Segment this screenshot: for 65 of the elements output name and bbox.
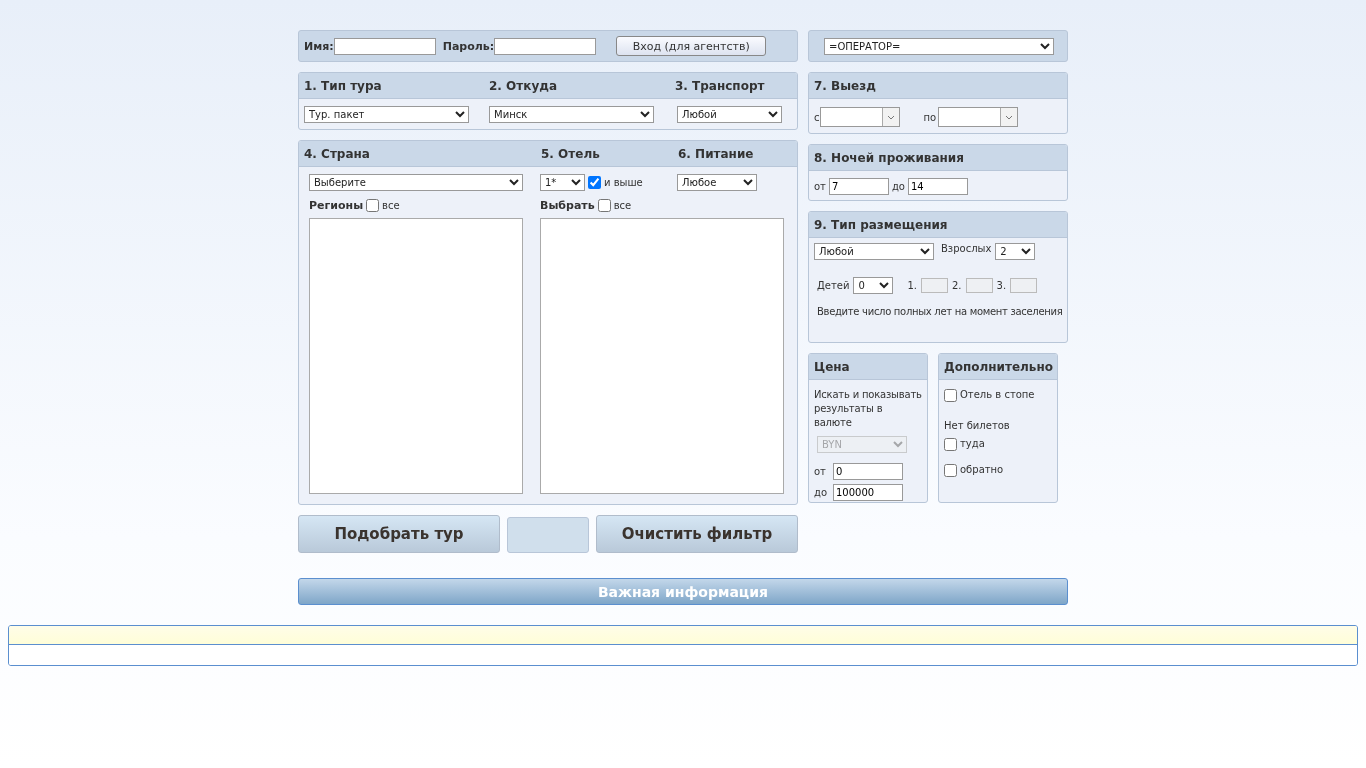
- section-title: 4. Страна: [304, 146, 371, 161]
- checkbox[interactable]: [366, 199, 380, 212]
- children-label: Детей: [817, 280, 850, 291]
- section-title: Цена: [814, 359, 850, 374]
- currency-note: Искать и показывать результаты в валюте: [814, 388, 922, 430]
- section-title: 8. Ночей проживания: [814, 150, 964, 165]
- checkbox-label: туда: [960, 438, 985, 449]
- adults-dropdown[interactable]: 2: [995, 243, 1036, 260]
- hint-text: Введите число полных лет на момент заселения: [817, 306, 1063, 317]
- checkbox[interactable]: [597, 199, 611, 212]
- from-label: от: [814, 466, 827, 477]
- chevron-icon: [886, 114, 895, 120]
- country-dropdown[interactable]: Выберите: [309, 174, 523, 191]
- checkbox-label: Отель в стопе: [960, 389, 1035, 400]
- checkbox[interactable]: [588, 176, 601, 189]
- name-label: Имя:: [304, 39, 334, 53]
- checkbox[interactable]: [944, 438, 957, 451]
- price-from-field[interactable]: 0: [833, 463, 903, 480]
- age-label: 2.: [952, 280, 962, 291]
- password-label: Пароль:: [442, 39, 495, 53]
- to-label: до: [891, 181, 905, 192]
- price-to-field[interactable]: 100000: [833, 484, 903, 501]
- info-title: Важная информация: [597, 583, 769, 600]
- dropdown[interactable]: Тур. пакет: [304, 106, 469, 123]
- section-title: Дополнительно: [944, 359, 1053, 374]
- date-field[interactable]: [938, 107, 1019, 127]
- checkbox-label: обратно: [960, 464, 1004, 475]
- clear-button[interactable]: Очистить фильтр: [596, 515, 798, 553]
- age-label: 1.: [907, 280, 917, 291]
- chevron-icon: [1005, 114, 1014, 120]
- from-label: с: [814, 111, 820, 123]
- no-tickets-label: Нет билетов: [944, 420, 1010, 431]
- hotel-category-dropdown[interactable]: 1*: [540, 174, 585, 191]
- checkbox-label: все: [382, 200, 400, 211]
- login-button[interactable]: Вход (для агентств): [616, 36, 767, 56]
- date-field[interactable]: [819, 107, 900, 127]
- password-field[interactable]: [494, 37, 597, 55]
- nights-to-field[interactable]: 14: [908, 178, 968, 195]
- meal-dropdown[interactable]: Любое: [677, 174, 757, 191]
- age-label: 3.: [996, 280, 1007, 291]
- section-title: 3. Транспорт: [675, 78, 766, 93]
- search-button[interactable]: Подобрать тур: [298, 515, 500, 553]
- nights-from-field[interactable]: 7: [828, 178, 889, 195]
- adults-label: Взрослых: [941, 243, 992, 254]
- checkbox[interactable]: [944, 464, 957, 477]
- room-type-dropdown[interactable]: Любой: [814, 243, 934, 260]
- section-title: 1. Тип тура: [304, 78, 383, 93]
- checkbox[interactable]: [944, 389, 957, 402]
- name-field[interactable]: [333, 37, 436, 55]
- section-title: 5. Отель: [541, 146, 601, 161]
- children-dropdown[interactable]: 0: [853, 277, 894, 294]
- from-label: от: [814, 181, 826, 192]
- to-label: до: [814, 487, 829, 498]
- section-title: 6. Питание: [678, 146, 755, 161]
- to-label: по: [923, 111, 937, 123]
- section-title: 2. Откуда: [489, 78, 558, 93]
- checkbox-label: и выше: [604, 177, 643, 188]
- section-title: 9. Тип размещения: [814, 217, 948, 232]
- dropdown[interactable]: Минск: [489, 106, 654, 123]
- regions-label: Регионы: [309, 199, 364, 212]
- operator-dropdown[interactable]: =ОПЕРАТОР=: [824, 37, 1054, 55]
- select-label: Выбрать: [540, 199, 595, 212]
- checkbox-label: все: [613, 200, 632, 211]
- section-title: 7. Выезд: [814, 78, 876, 93]
- dropdown[interactable]: Любой: [677, 106, 782, 123]
